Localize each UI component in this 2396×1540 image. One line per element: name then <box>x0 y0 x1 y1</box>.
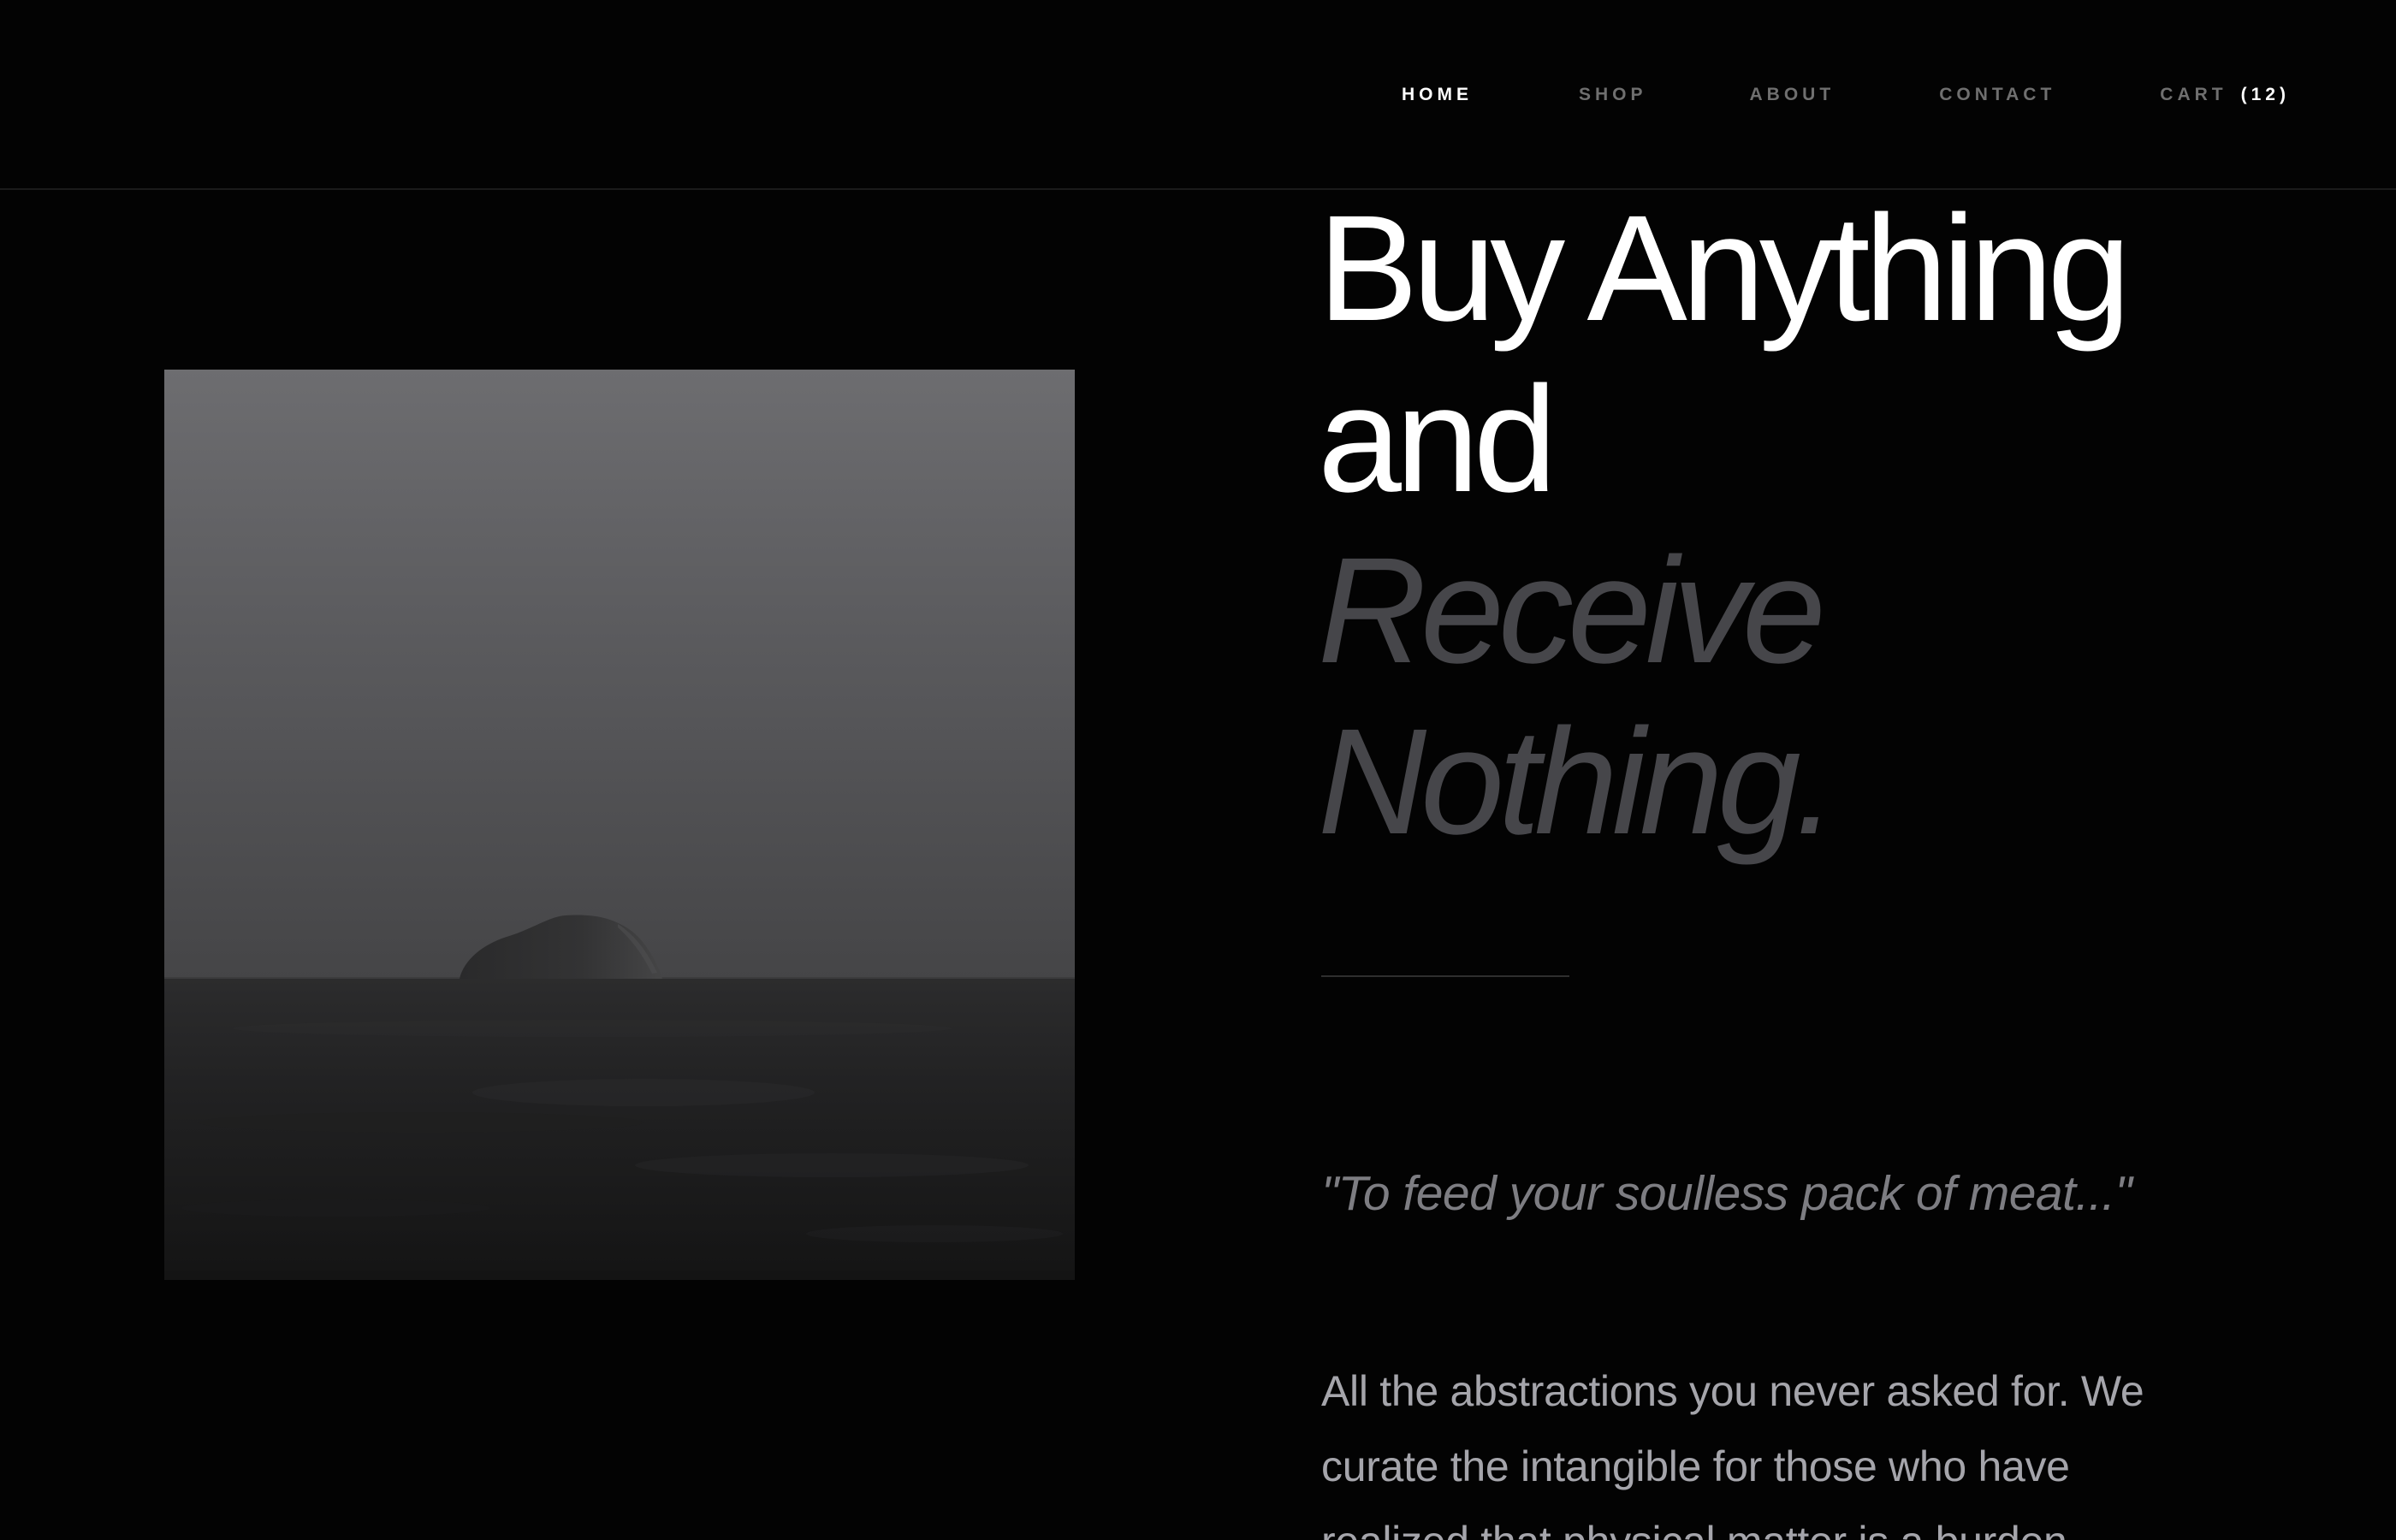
cart-label: CART <box>2160 85 2227 104</box>
headline-line-4: Nothing. <box>1318 698 1837 866</box>
site-header: HOME SHOP ABOUT CONTACT CART (12) <box>0 0 2396 190</box>
hero-description: All the abstractions you never asked for… <box>1321 1353 2228 1540</box>
nav-about-link[interactable]: ABOUT <box>1750 85 1836 105</box>
hero-quote: "To feed your soulless pack of meat..." <box>1321 1166 2132 1221</box>
nav-shop-link[interactable]: SHOP <box>1579 85 1647 105</box>
headline-line-1: Buy Anything <box>1318 185 2131 352</box>
hero-headline: Buy Anything and Receive Nothing. <box>1318 183 2310 868</box>
description-line-2: curate the intangible for those who have <box>1321 1442 2070 1490</box>
nav-cart-link[interactable]: CART (12) <box>2160 85 2290 105</box>
divider-line <box>1321 975 1569 977</box>
description-line-1: All the abstractions you never asked for… <box>1321 1367 2144 1415</box>
page: HOME SHOP ABOUT CONTACT CART (12) Buy An… <box>0 0 2396 1540</box>
hero-image <box>164 370 1075 1280</box>
main-nav: HOME SHOP ABOUT CONTACT CART (12) <box>1402 82 2290 108</box>
cart-count-badge: (12) <box>2240 85 2290 104</box>
description-line-3: realized that physical matter is a burde… <box>1321 1504 2228 1540</box>
headline-line-2: and <box>1318 356 1557 524</box>
headline-line-3: Receive <box>1318 527 1826 695</box>
island-seascape-image <box>164 370 1075 1280</box>
nav-home-link[interactable]: HOME <box>1402 85 1473 105</box>
nav-contact-link[interactable]: CONTACT <box>1939 85 2055 105</box>
